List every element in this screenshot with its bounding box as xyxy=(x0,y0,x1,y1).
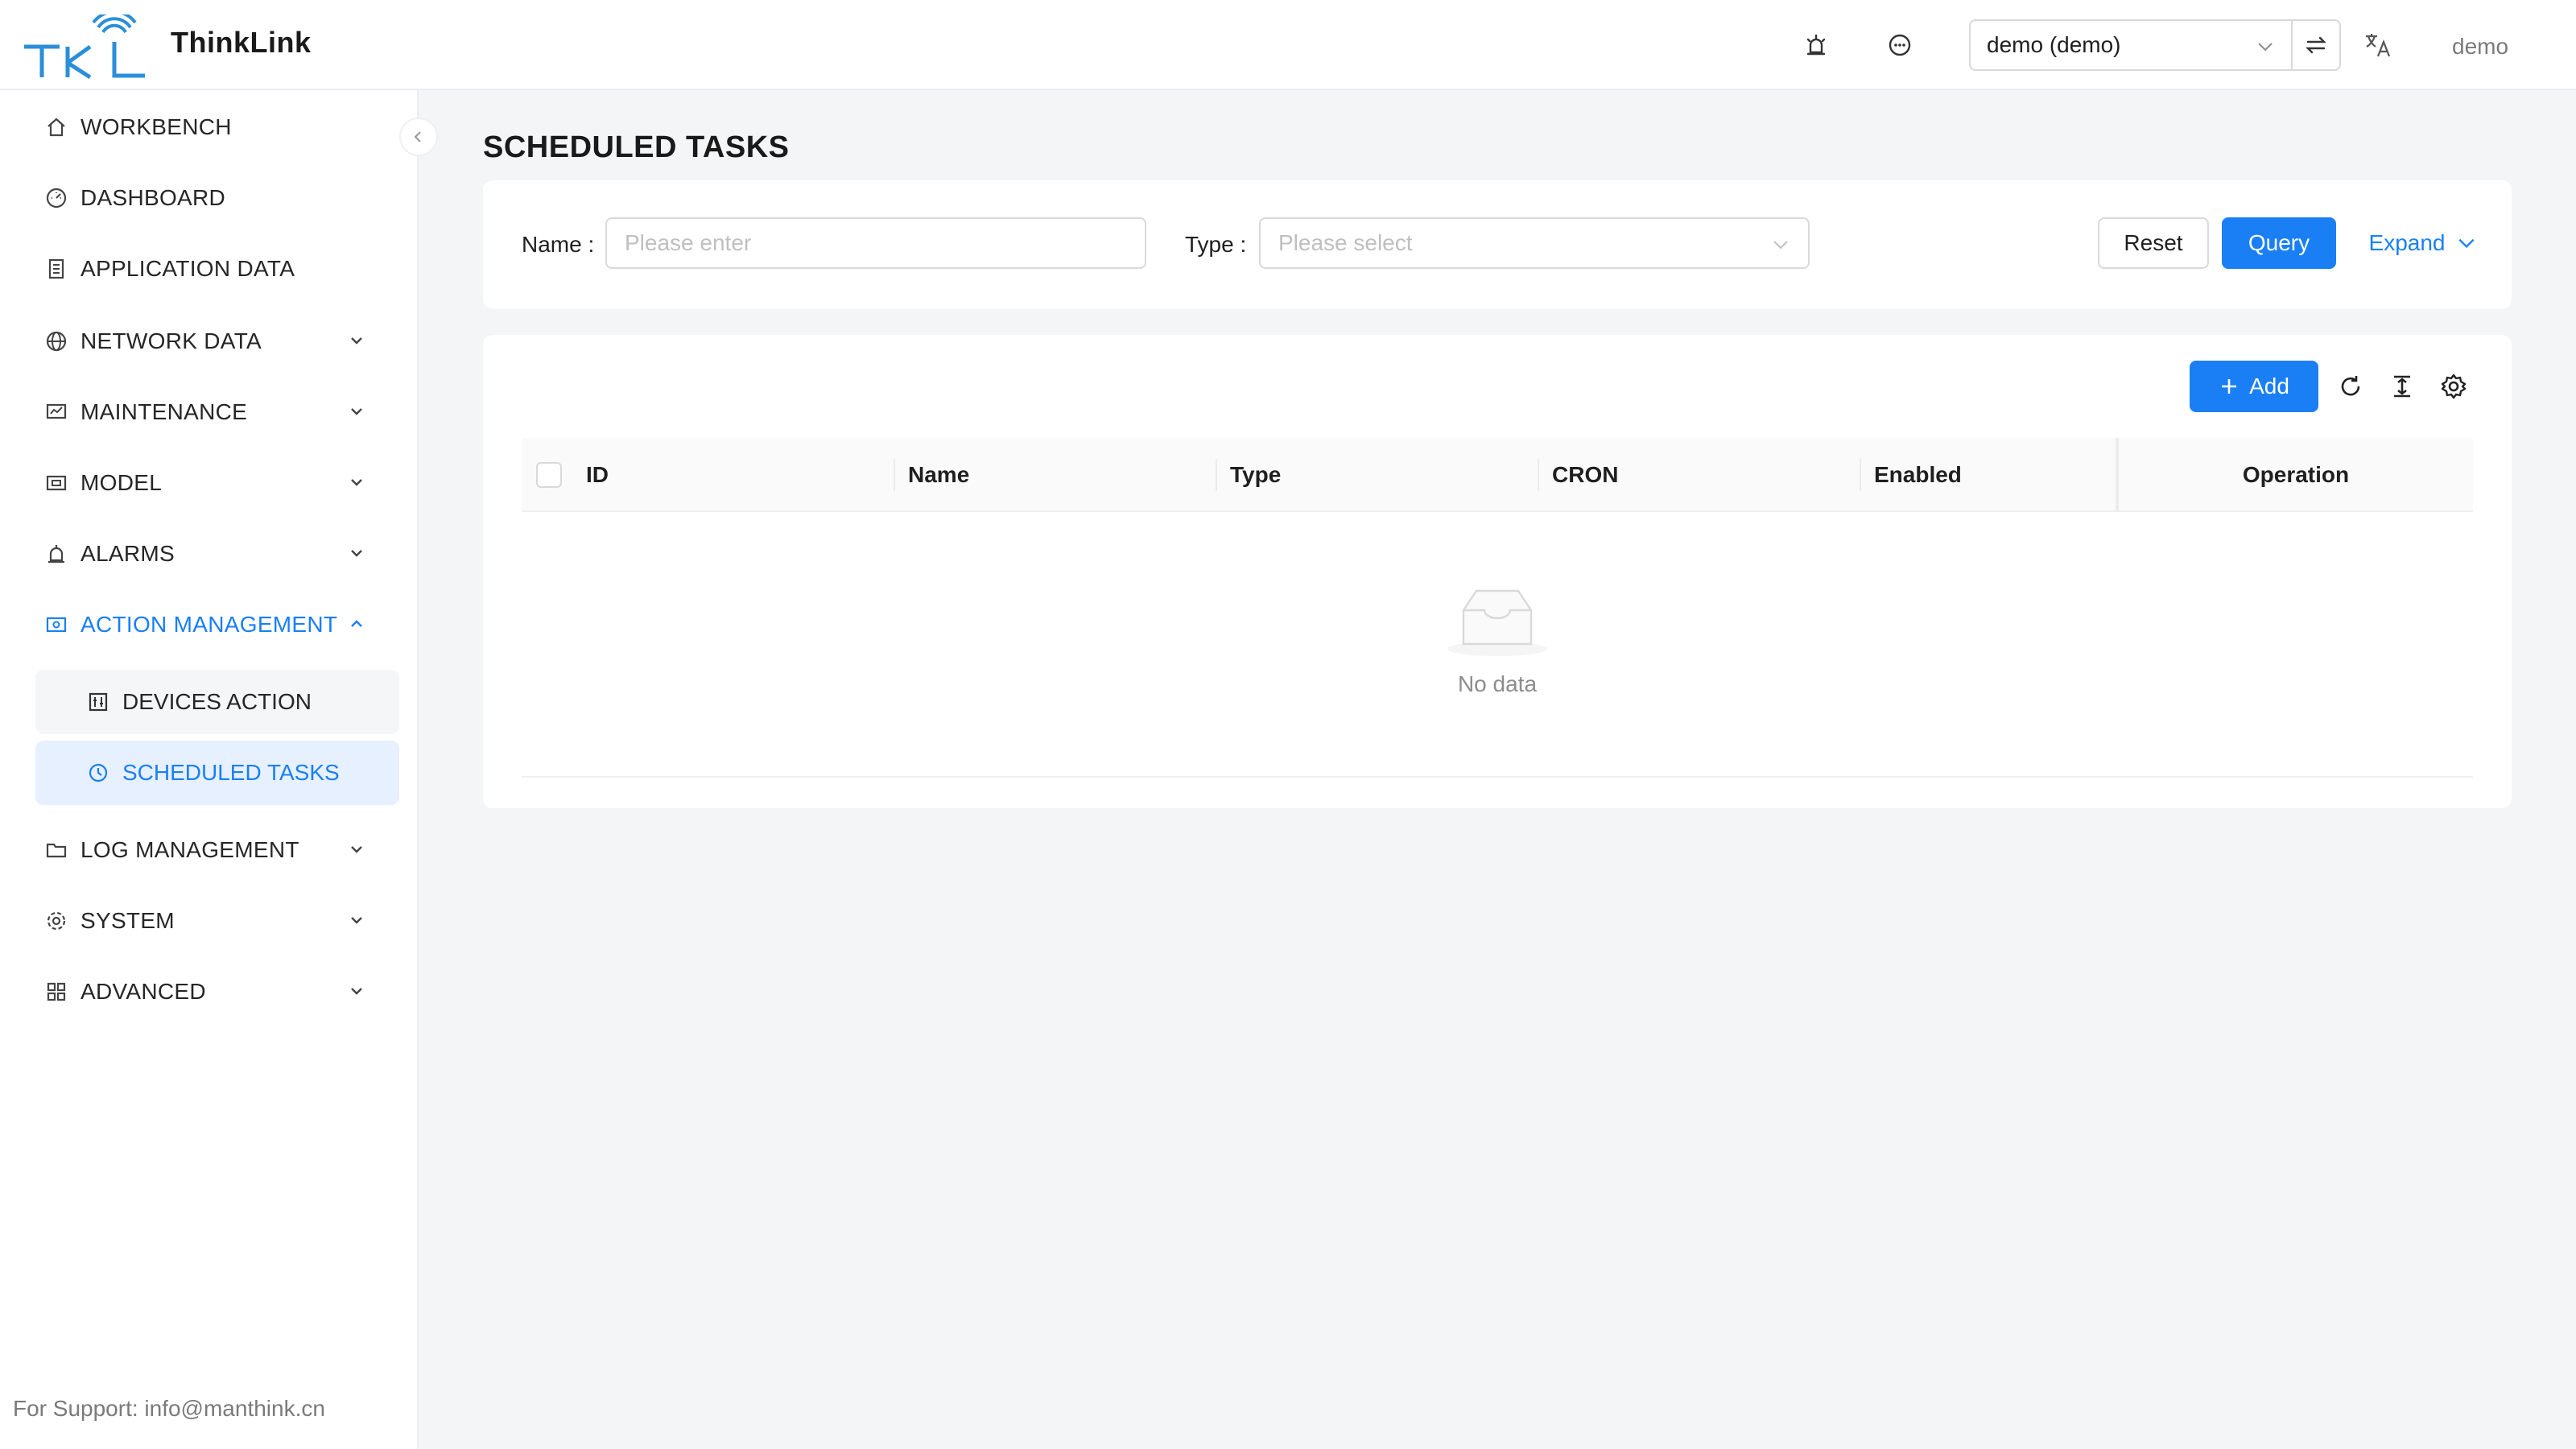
sidebar-item-label: NETWORK DATA xyxy=(80,328,262,353)
action-icon xyxy=(43,612,69,638)
reset-button[interactable]: Reset xyxy=(2098,217,2209,269)
message-icon[interactable] xyxy=(1884,29,1916,61)
column-header-name[interactable]: Name xyxy=(908,438,969,512)
translate-icon[interactable] xyxy=(2362,29,2394,61)
clock-icon xyxy=(85,760,111,786)
top-header: ThinkLink demo (demo) demo xyxy=(0,0,2576,90)
chevron-down-icon xyxy=(351,550,362,557)
sidebar-item-system[interactable]: SYSTEM xyxy=(35,889,390,953)
sidebar-item-label: ACTION MANAGEMENT xyxy=(80,612,338,637)
sidebar-item-log-management[interactable]: LOG MANAGEMENT xyxy=(35,818,390,882)
home-icon xyxy=(43,114,69,140)
chevron-down-icon xyxy=(351,917,362,924)
empty-text: No data xyxy=(1457,671,1538,696)
sidebar-item-label: ALARMS xyxy=(80,541,175,566)
search-form: Name : Type : Please select Reset Query … xyxy=(483,180,2512,309)
add-label: Add xyxy=(2249,374,2289,398)
chevron-down-icon xyxy=(2458,238,2475,249)
sidebar-item-label: WORKBENCH xyxy=(80,114,232,139)
column-separator xyxy=(1860,459,1861,491)
type-select[interactable]: Please select xyxy=(1259,217,1810,269)
sidebar-item-network-data[interactable]: NETWORK DATA xyxy=(35,309,390,374)
switch-icon[interactable] xyxy=(2291,19,2341,71)
chevron-up-icon xyxy=(351,620,362,627)
sidebar-item-model[interactable]: MODEL xyxy=(35,451,390,515)
name-field-label: Name : xyxy=(522,232,595,257)
sidebar-subitem-label: DEVICES ACTION xyxy=(122,689,312,714)
chevron-down-icon xyxy=(351,408,362,415)
table-card: Add ID Name Type CRON Enabled Operation … xyxy=(483,335,2512,808)
sidebar-subitem-devices-action[interactable]: DEVICES ACTION xyxy=(35,670,399,734)
model-icon xyxy=(43,470,69,496)
sidebar-item-advanced[interactable]: ADVANCED xyxy=(35,960,390,1024)
settings-icon[interactable] xyxy=(2434,367,2473,406)
sidebar-item-alarms[interactable]: ALARMS xyxy=(35,522,390,586)
empty-inbox-icon xyxy=(1447,589,1547,656)
tenant-select[interactable]: demo (demo) xyxy=(1969,19,2293,71)
sidebar-subitem-scheduled-tasks[interactable]: SCHEDULED TASKS xyxy=(35,741,399,805)
support-contact: For Support: info@manthink.cn xyxy=(13,1396,325,1421)
type-select-placeholder: Please select xyxy=(1278,230,1413,255)
column-header-id[interactable]: ID xyxy=(586,438,609,512)
column-header-type[interactable]: Type xyxy=(1230,438,1281,512)
chevron-left-icon xyxy=(414,131,421,142)
globe-icon xyxy=(43,328,69,354)
app-title: ThinkLink xyxy=(171,26,312,59)
sidebar-item-label: ADVANCED xyxy=(80,979,206,1004)
expand-label: Expand xyxy=(2368,230,2446,255)
table-header: ID Name Type CRON Enabled Operation xyxy=(522,438,2473,512)
column-header-operation: Operation xyxy=(2242,462,2350,487)
chevron-down-icon xyxy=(351,846,362,853)
sidebar-item-label: DASHBOARD xyxy=(80,185,226,210)
chevron-down-icon xyxy=(351,337,362,345)
expand-button[interactable]: Expand xyxy=(2359,217,2487,269)
thinklink-logo xyxy=(24,14,145,79)
alarm-icon xyxy=(43,541,69,567)
gear-icon xyxy=(43,908,69,934)
plus-icon xyxy=(2222,379,2237,394)
sidebar-item-label: LOG MANAGEMENT xyxy=(80,837,299,862)
collapse-sidebar-button[interactable] xyxy=(399,118,438,156)
folder-icon xyxy=(43,837,69,863)
document-icon xyxy=(43,256,69,282)
select-all-checkbox[interactable] xyxy=(536,462,562,488)
column-separator xyxy=(1216,459,1217,491)
sidebar-item-dashboard[interactable]: DASHBOARD xyxy=(35,166,390,230)
chevron-down-icon xyxy=(351,479,362,486)
column-header-cron[interactable]: CRON xyxy=(1552,438,1618,512)
add-button[interactable]: Add xyxy=(2190,361,2318,412)
sidebar-item-label: SYSTEM xyxy=(80,908,175,933)
page-title: SCHEDULED TASKS xyxy=(483,130,790,164)
device-action-icon xyxy=(85,689,111,715)
chevron-down-icon xyxy=(1773,241,1788,250)
sidebar-subitem-label: SCHEDULED TASKS xyxy=(122,760,340,785)
alarm-icon[interactable] xyxy=(1800,29,1832,61)
sidebar-item-maintenance[interactable]: MAINTENANCE xyxy=(35,380,390,444)
column-separator xyxy=(894,459,895,491)
column-header-enabled[interactable]: Enabled xyxy=(1874,438,1962,512)
name-input[interactable] xyxy=(605,217,1146,269)
user-name[interactable]: demo xyxy=(2452,34,2508,60)
advanced-icon xyxy=(43,979,69,1005)
sidebar-item-application-data[interactable]: APPLICATION DATA xyxy=(35,237,390,301)
maintenance-icon xyxy=(43,399,69,425)
density-icon[interactable] xyxy=(2383,367,2421,406)
query-button[interactable]: Query xyxy=(2222,217,2336,269)
tenant-select-value: demo (demo) xyxy=(1987,32,2121,57)
type-field-label: Type : xyxy=(1185,232,1247,257)
dashboard-icon xyxy=(43,185,69,211)
sidebar-item-label: APPLICATION DATA xyxy=(80,256,295,281)
chevron-down-icon xyxy=(351,988,362,995)
refresh-icon[interactable] xyxy=(2331,367,2370,406)
column-separator xyxy=(1538,459,1539,491)
sidebar-item-label: MODEL xyxy=(80,470,163,495)
sidebar-item-label: MAINTENANCE xyxy=(80,399,248,424)
table-empty-state: No data xyxy=(522,512,2473,778)
sidebar-item-workbench[interactable]: WORKBENCH xyxy=(35,95,390,159)
sidebar-item-action-management[interactable]: ACTION MANAGEMENT xyxy=(35,592,390,657)
chevron-down-icon xyxy=(2258,43,2273,52)
